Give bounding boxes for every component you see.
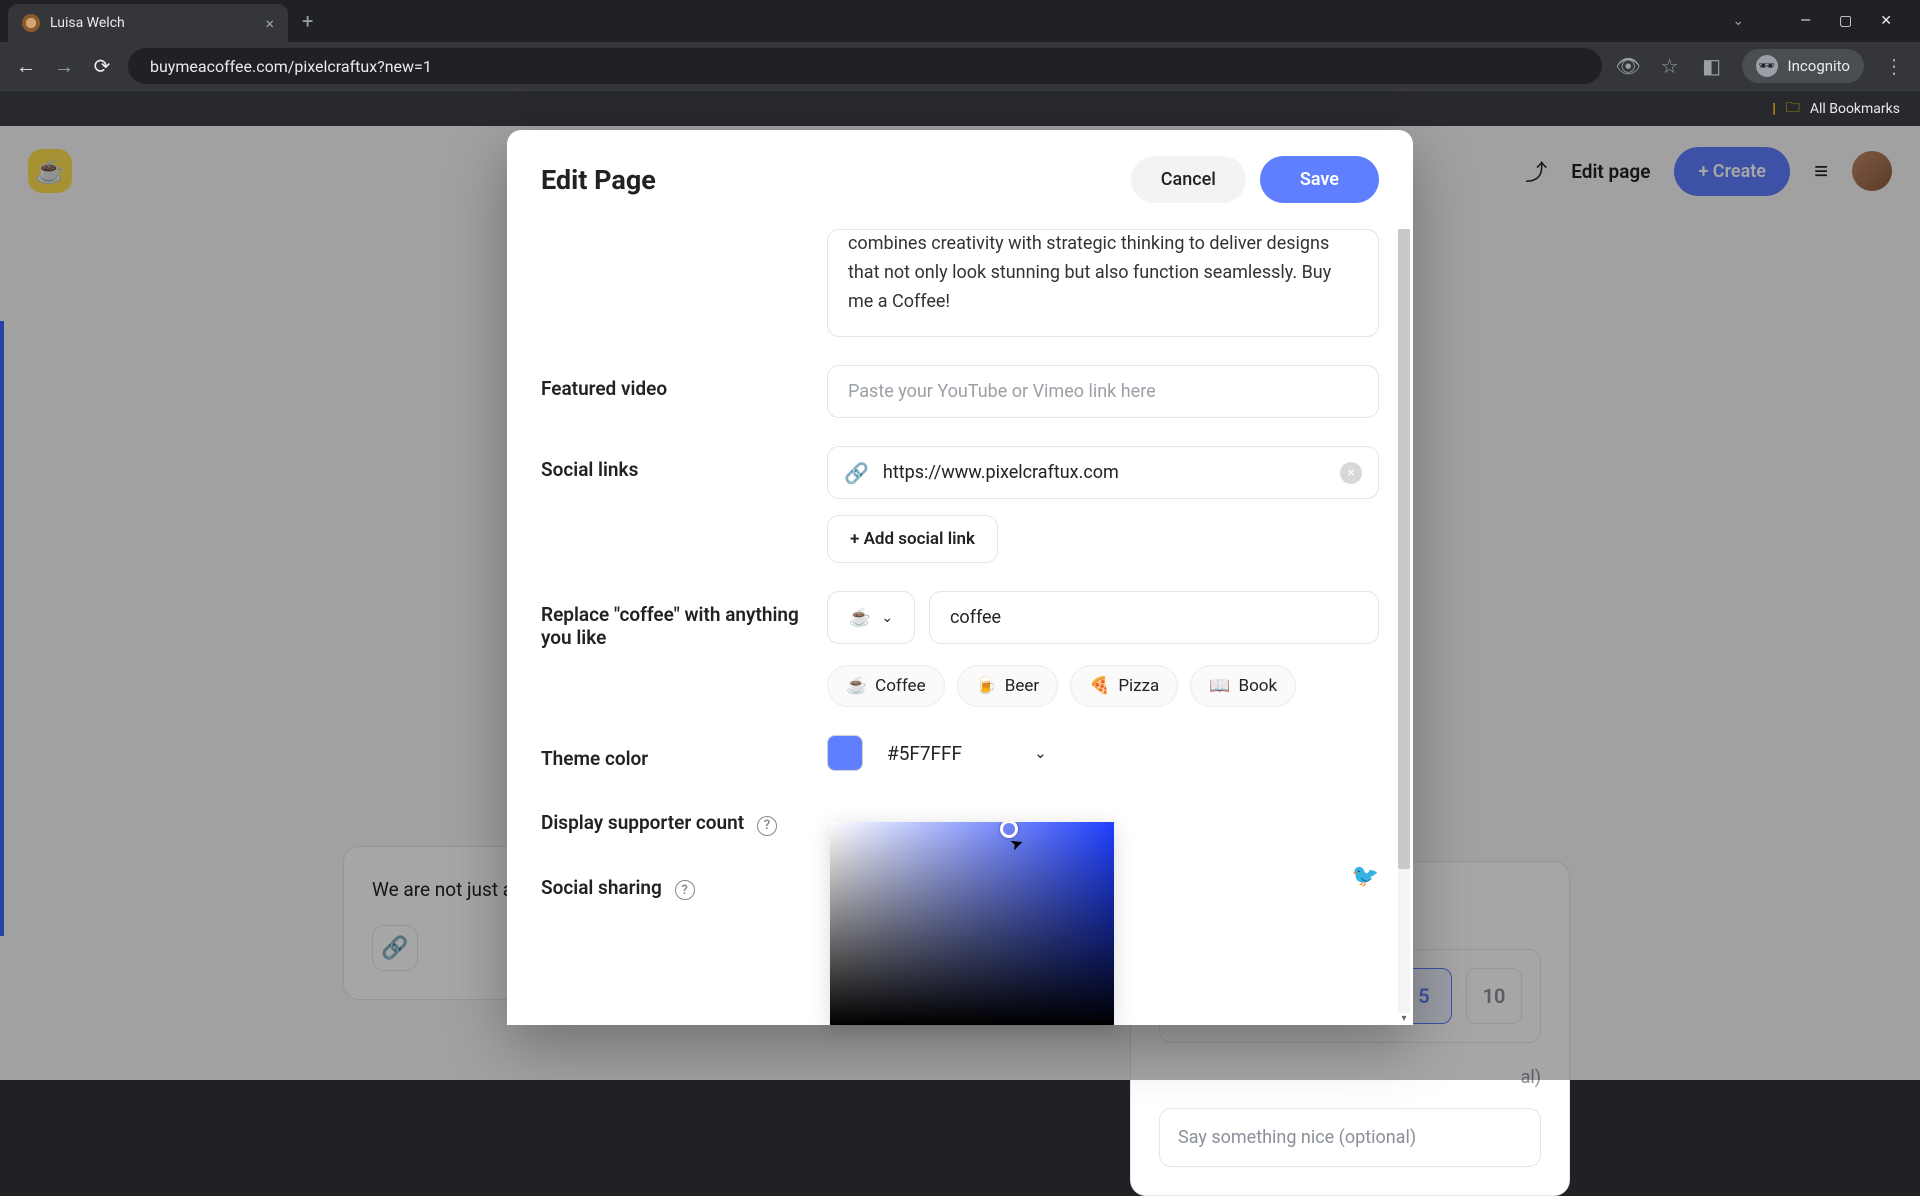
add-social-link-button[interactable]: + Add social link bbox=[827, 515, 998, 563]
bio-textarea[interactable]: combines creativity with strategic think… bbox=[827, 229, 1379, 337]
book-label: Book bbox=[1238, 676, 1277, 696]
cursor-icon: ➤ bbox=[1007, 832, 1026, 854]
forward-icon[interactable]: → bbox=[52, 54, 76, 79]
cancel-button[interactable]: Cancel bbox=[1131, 156, 1246, 203]
book-emoji: 📖 bbox=[1209, 676, 1230, 696]
modal-header: Edit Page Cancel Save bbox=[507, 130, 1413, 229]
bookmarks-divider: | bbox=[1772, 101, 1775, 117]
scrollbar-thumb[interactable] bbox=[1398, 229, 1410, 869]
nav-right: 👁 ☆ ◧ 🕶 Incognito ⋮ bbox=[1616, 49, 1906, 83]
clear-social-link-icon[interactable]: × bbox=[1340, 462, 1362, 484]
close-window-icon[interactable]: ✕ bbox=[1880, 13, 1892, 29]
tab-favicon bbox=[22, 14, 40, 32]
nice-message-input[interactable]: Say something nice (optional) bbox=[1159, 1108, 1541, 1167]
url-text: buymeacoffee.com/pixelcraftux?new=1 bbox=[150, 57, 432, 76]
pizza-emoji: 🍕 bbox=[1089, 676, 1110, 696]
color-picker[interactable]: ➤ bbox=[830, 822, 1114, 1025]
replace-coffee-label: Replace "coffee" with anything you like bbox=[541, 591, 827, 649]
pizza-label: Pizza bbox=[1118, 676, 1159, 696]
kebab-menu-icon[interactable]: ⋮ bbox=[1882, 54, 1906, 78]
save-button[interactable]: Save bbox=[1260, 156, 1379, 203]
theme-color-row: Theme color #5F7FFF ⌄ bbox=[541, 735, 1379, 771]
link-icon: 🔗 bbox=[844, 461, 869, 485]
twitter-icon[interactable]: 🐦 bbox=[1352, 864, 1379, 889]
selected-emoji: ☕ bbox=[849, 607, 871, 628]
maximize-icon[interactable]: ▢ bbox=[1839, 13, 1852, 29]
window-controls: ⌄ — ▢ ✕ bbox=[1732, 13, 1912, 29]
beer-emoji: 🍺 bbox=[976, 676, 997, 696]
social-sharing-label: Social sharing ? bbox=[541, 864, 827, 901]
folder-icon: 🗀 bbox=[1786, 97, 1800, 121]
color-dropdown[interactable]: #5F7FFF ⌄ bbox=[887, 742, 1047, 765]
all-bookmarks-button[interactable]: All Bookmarks bbox=[1810, 101, 1900, 117]
preset-coffee[interactable]: ☕ Coffee bbox=[827, 665, 945, 707]
replace-text-input[interactable] bbox=[929, 591, 1379, 644]
supporter-count-label: Display supporter count ? bbox=[541, 799, 827, 836]
tab-close-icon[interactable]: × bbox=[265, 14, 274, 33]
help-icon[interactable]: ? bbox=[675, 880, 695, 900]
preset-pizza[interactable]: 🍕 Pizza bbox=[1070, 665, 1178, 707]
extensions-icon[interactable]: ◧ bbox=[1700, 54, 1724, 78]
help-icon[interactable]: ? bbox=[757, 816, 777, 836]
star-icon[interactable]: ☆ bbox=[1658, 54, 1682, 78]
coffee-label: Coffee bbox=[875, 676, 925, 696]
url-bar[interactable]: buymeacoffee.com/pixelcraftux?new=1 bbox=[128, 48, 1602, 84]
emoji-select[interactable]: ☕ ⌄ bbox=[827, 591, 915, 644]
tab-title: Luisa Welch bbox=[50, 15, 125, 31]
reload-icon[interactable]: ⟳ bbox=[90, 54, 114, 78]
replace-coffee-row: Replace "coffee" with anything you like … bbox=[541, 591, 1379, 649]
browser-tab[interactable]: Luisa Welch × bbox=[8, 4, 288, 42]
color-swatch[interactable] bbox=[827, 735, 863, 771]
chevron-down-icon: ⌄ bbox=[1034, 744, 1047, 762]
social-links-label: Social links bbox=[541, 446, 827, 481]
nav-bar: ← → ⟳ buymeacoffee.com/pixelcraftux?new=… bbox=[0, 42, 1920, 90]
coffee-emoji: ☕ bbox=[846, 676, 867, 696]
incognito-badge[interactable]: 🕶 Incognito bbox=[1742, 49, 1864, 83]
featured-video-label: Featured video bbox=[541, 365, 827, 400]
preset-beer[interactable]: 🍺 Beer bbox=[957, 665, 1059, 707]
incognito-icon: 🕶 bbox=[1756, 55, 1778, 77]
tab-bar: Luisa Welch × + ⌄ — ▢ ✕ bbox=[0, 0, 1920, 42]
modal-title: Edit Page bbox=[541, 164, 656, 196]
minimize-icon[interactable]: — bbox=[1800, 13, 1811, 29]
browser-chrome: Luisa Welch × + ⌄ — ▢ ✕ ← → ⟳ buymeacoff… bbox=[0, 0, 1920, 126]
tabs-dropdown-icon[interactable]: ⌄ bbox=[1732, 13, 1744, 29]
incognito-label: Incognito bbox=[1788, 57, 1850, 75]
featured-video-input[interactable] bbox=[827, 365, 1379, 418]
bookmarks-bar: | 🗀 All Bookmarks bbox=[0, 90, 1920, 126]
social-link-input-wrap: 🔗 × bbox=[827, 446, 1379, 499]
social-links-row: Social links 🔗 × + Add social link bbox=[541, 446, 1379, 563]
eye-off-icon[interactable]: 👁 bbox=[1616, 54, 1640, 78]
scrollbar-down-icon[interactable]: ▾ bbox=[1398, 1013, 1410, 1025]
back-icon[interactable]: ← bbox=[14, 54, 38, 79]
new-tab-button[interactable]: + bbox=[302, 9, 313, 33]
featured-video-row: Featured video bbox=[541, 365, 1379, 418]
preset-book[interactable]: 📖 Book bbox=[1190, 665, 1296, 707]
social-link-input[interactable] bbox=[883, 447, 1340, 498]
color-gradient[interactable]: ➤ bbox=[830, 822, 1114, 1025]
theme-color-label: Theme color bbox=[541, 735, 827, 770]
beer-label: Beer bbox=[1005, 676, 1039, 696]
color-hex-value: #5F7FFF bbox=[887, 742, 962, 765]
chevron-down-icon: ⌄ bbox=[881, 610, 893, 626]
preset-row: ☕ Coffee 🍺 Beer 🍕 Pizza 📖 Book bbox=[827, 665, 1379, 707]
